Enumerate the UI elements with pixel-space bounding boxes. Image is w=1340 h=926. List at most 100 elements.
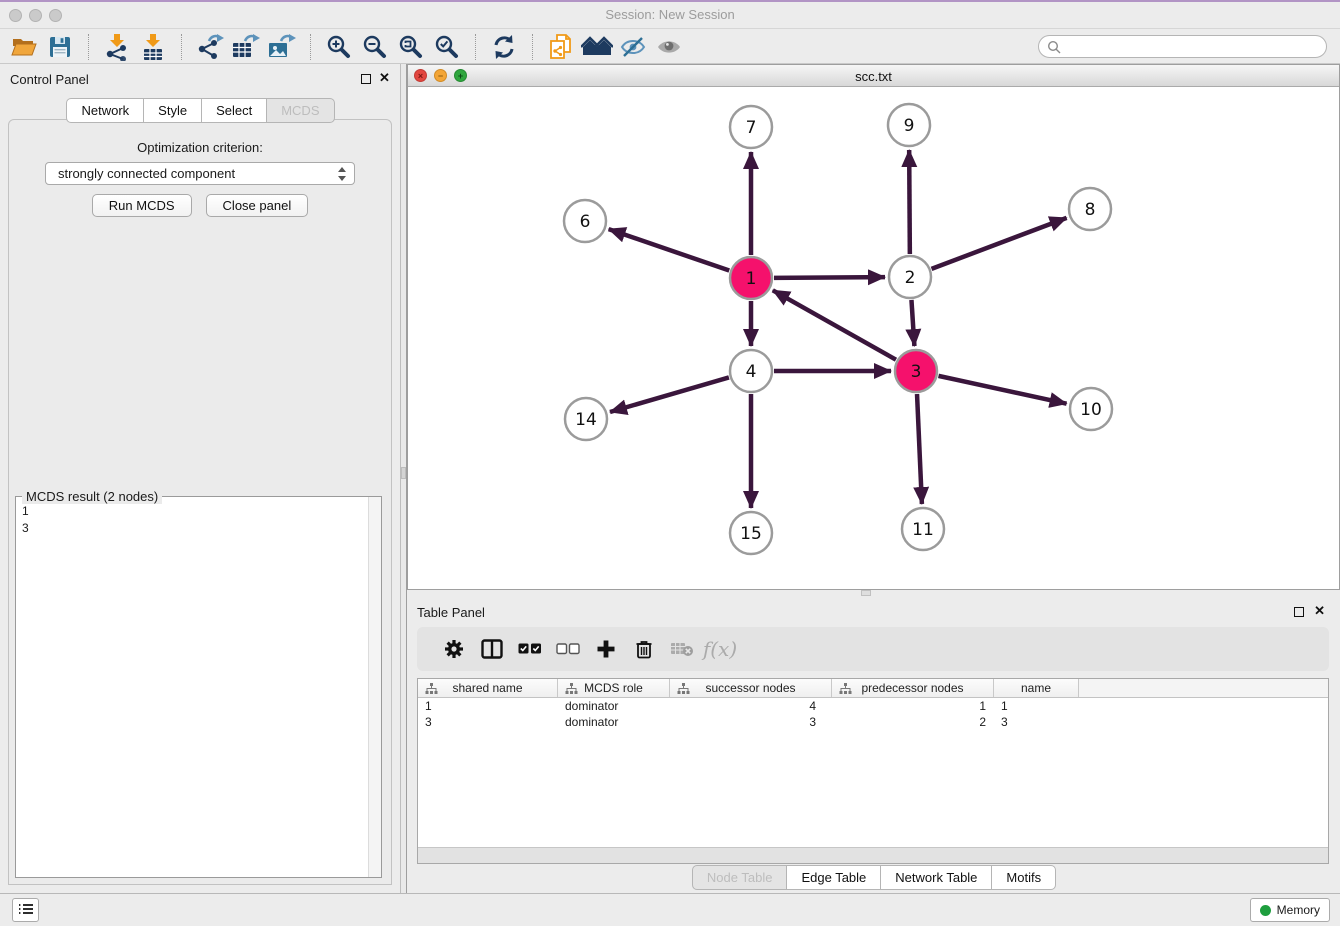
graph-edge-1-2[interactable] [774,277,885,278]
tab-style[interactable]: Style [143,98,202,123]
graph-edge-1-6[interactable] [609,229,730,270]
toolbar-separator [532,34,533,60]
result-scrollbar[interactable] [368,497,381,877]
save-session-button[interactable] [42,32,78,62]
table-panel-header: Table Panel ✕ [407,597,1340,627]
tab-edge-table[interactable]: Edge Table [786,865,881,890]
table-row[interactable]: 3 dominator 3 2 3 [418,714,1328,730]
tab-motifs[interactable]: Motifs [991,865,1056,890]
graph-node-1[interactable]: 1 [730,257,772,299]
import-table-button[interactable] [135,32,171,62]
dropdown-stepper-icon [337,166,347,182]
export-table-button[interactable] [228,32,264,62]
graph-edge-3-1[interactable] [773,290,896,359]
show-selection-button[interactable] [651,32,687,62]
tab-network-table[interactable]: Network Table [880,865,992,890]
deselect-all-columns-button[interactable] [549,631,587,667]
fx-icon: f(x) [703,637,737,661]
zoom-fit-button[interactable] [393,32,429,62]
close-panel-icon[interactable]: ✕ [1314,603,1325,619]
float-panel-icon[interactable] [1294,607,1304,617]
duplicate-network-button[interactable] [543,32,579,62]
close-panel-button[interactable]: Close panel [206,194,309,217]
delete-table-button[interactable] [663,631,701,667]
tab-network[interactable]: Network [66,98,144,123]
vertical-splitter[interactable] [400,64,407,893]
add-column-button[interactable] [587,631,625,667]
zoom-out-button[interactable] [357,32,393,62]
eye-slash-icon [619,35,647,59]
zoom-out-icon [362,34,388,60]
cell-successor-nodes: 4 [670,698,832,714]
graph-node-15[interactable]: 15 [730,512,772,554]
graph-node-7[interactable]: 7 [730,106,772,148]
graph-node-4[interactable]: 4 [730,350,772,392]
network-graph[interactable]: 1 2 3 4 6 7 8 9 10 11 14 15 [408,87,1339,591]
column-header-shared-name[interactable]: shared name [418,679,558,697]
column-header-mcds-role[interactable]: MCDS role [558,679,670,697]
show-column-panel-button[interactable] [473,631,511,667]
splitter-handle[interactable] [401,467,406,479]
refresh-view-button[interactable] [486,32,522,62]
run-mcds-button[interactable]: Run MCDS [92,194,192,217]
float-panel-icon[interactable] [361,74,371,84]
search-input[interactable] [1061,39,1326,55]
zoom-selected-button[interactable] [429,32,465,62]
search-field[interactable] [1038,35,1327,58]
hide-selection-button[interactable] [615,32,651,62]
table-settings-button[interactable] [435,631,473,667]
graph-edge-2-3[interactable] [911,300,914,346]
cell-mcds-role: dominator [558,714,670,730]
select-all-columns-button[interactable] [511,631,549,667]
column-header-name[interactable]: name [994,679,1079,697]
svg-text:15: 15 [740,524,762,544]
graph-node-3[interactable]: 3 [895,350,937,392]
function-builder-button[interactable]: f(x) [701,631,739,667]
column-header-successor-nodes[interactable]: successor nodes [670,679,832,697]
graph-edge-3-11[interactable] [917,394,922,504]
tab-node-table[interactable]: Node Table [692,865,788,890]
trash-icon [635,639,653,659]
table-horizontal-scrollbar[interactable] [418,847,1328,863]
tab-select[interactable]: Select [201,98,267,123]
memory-button[interactable]: Memory [1250,898,1330,922]
zoom-in-button[interactable] [321,32,357,62]
eye-icon [655,35,683,59]
control-panel-title: Control Panel [10,72,89,87]
graph-node-14[interactable]: 14 [565,398,607,440]
houses-button[interactable] [579,32,615,62]
table-header-row: shared name MCDS role successor nodes pr… [418,679,1328,698]
import-network-button[interactable] [99,32,135,62]
delete-column-button[interactable] [625,631,663,667]
open-session-button[interactable] [6,32,42,62]
graph-edge-3-10[interactable] [938,376,1066,404]
graph-node-2[interactable]: 2 [889,256,931,298]
export-network-button[interactable] [192,32,228,62]
close-panel-icon[interactable]: ✕ [379,70,390,86]
column-header-predecessor-nodes[interactable]: predecessor nodes [832,679,994,697]
network-window-title: scc.txt [408,69,1339,84]
graph-node-9[interactable]: 9 [888,104,930,146]
tab-mcds[interactable]: MCDS [266,98,334,123]
graph-node-8[interactable]: 8 [1069,188,1111,230]
network-window-titlebar[interactable]: × − + scc.txt [408,65,1339,87]
export-image-button[interactable] [264,32,300,62]
network-canvas[interactable]: 1 2 3 4 6 7 8 9 10 11 14 15 [408,87,1339,589]
graph-node-6[interactable]: 6 [564,200,606,242]
titlebar: Session: New Session [0,2,1340,29]
horizontal-splitter-handle[interactable] [861,590,871,596]
gear-icon [444,639,464,659]
mcds-result-list[interactable]: 1 3 [22,503,29,537]
svg-text:4: 4 [746,362,757,382]
split-columns-icon [481,639,503,659]
task-history-button[interactable] [12,898,39,922]
graph-node-11[interactable]: 11 [902,508,944,550]
table-row[interactable]: 1 dominator 4 1 1 [418,698,1328,714]
toolbar-separator [475,34,476,60]
graph-edge-2-9[interactable] [909,150,910,254]
optimization-criterion-dropdown[interactable]: strongly connected component [45,162,355,185]
import-network-icon [103,33,131,61]
graph-edge-4-14[interactable] [610,377,729,412]
graph-edge-2-8[interactable] [932,218,1067,269]
graph-node-10[interactable]: 10 [1070,388,1112,430]
